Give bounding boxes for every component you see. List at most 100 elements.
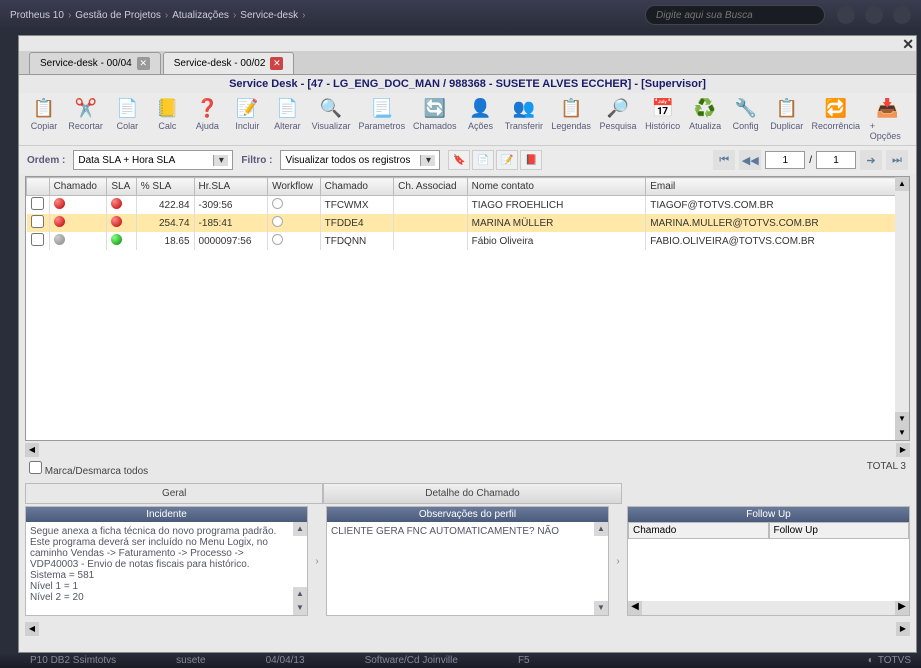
nav-prev-icon[interactable]: ◀◀ [739,150,761,170]
tool-icon: ✂️ [74,97,98,119]
tool-config[interactable]: 🔧Config [726,95,766,143]
tool-pesquisa[interactable]: 🔎Pesquisa [595,95,641,143]
column-header[interactable]: Email [646,178,909,196]
help-icon[interactable] [837,6,855,24]
tool-icon: 📒 [155,97,179,119]
tool-label: Recortar [68,121,103,131]
tool-recortar[interactable]: ✂️ Recortar [64,95,107,143]
close-icon[interactable]: ✕ [902,36,914,53]
breadcrumb-item[interactable]: Gestão de Projetos [75,10,161,21]
status-dot [54,198,65,209]
scroll-up-icon[interactable]: ▲ [895,177,909,191]
search-input[interactable] [645,5,825,25]
tool-transferir[interactable]: 👥Transferir [501,95,548,143]
breadcrumb-item[interactable]: Atualizações [172,10,229,21]
scroll-down-icon[interactable]: ▼ [895,412,909,426]
window-tabs: Service-desk - 00/04 ✕ Service-desk - 00… [19,51,916,75]
column-header[interactable]: Chamado [49,178,107,196]
nav-first-icon[interactable]: ⏮ [713,150,735,170]
tool-ajuda[interactable]: ❓Ajuda [187,95,227,143]
scroll-right-icon[interactable]: ▶ [896,443,910,457]
tool-label: Duplicar [770,121,803,131]
breadcrumb-item[interactable]: Protheus 10 [10,10,64,21]
panel-hscroll[interactable]: ◀ ▶ [628,601,909,615]
scroll-down2-icon[interactable]: ▼ [895,426,909,440]
horizontal-scrollbar[interactable]: ◀ ▶ [25,443,910,457]
bottom-hscroll[interactable]: ◀ ▶ [25,622,910,636]
breadcrumb-item[interactable]: Service-desk [240,10,298,21]
tool-+ opções[interactable]: 📥+ Opções [864,95,911,143]
status-key: F5 [488,655,560,666]
row-checkbox[interactable] [31,233,44,246]
splitter-icon[interactable]: › [613,506,623,616]
workflow-dot [272,234,283,245]
tab-detalhe[interactable]: Detalhe do Chamado [323,483,621,504]
tool-chamados[interactable]: 🔄Chamados [409,95,461,143]
tab-close-icon[interactable]: ✕ [270,57,283,70]
tool-histórico[interactable]: 📅Histórico [641,95,685,143]
tab-geral[interactable]: Geral [25,483,323,504]
user-icon[interactable] [893,6,911,24]
tool-label: Parametros [359,121,406,131]
tool-atualiza[interactable]: ♻️Atualiza [685,95,726,143]
filter-remove-icon[interactable]: 📕 [520,150,542,170]
ordem-dropdown[interactable]: Data SLA + Hora SLA [73,150,233,170]
row-checkbox[interactable] [31,197,44,210]
column-header[interactable]: Ch. Associad [394,178,468,196]
filter-edit-icon[interactable]: 📝 [496,150,518,170]
table-row[interactable]: 422.84-309:56TFCWMXTIAGO FROEHLICHTIAGOF… [27,196,909,215]
tool-colar[interactable]: 📄Colar [107,95,147,143]
nav-last-icon[interactable]: ⏭ [886,150,908,170]
column-header[interactable]: Nome contato [467,178,646,196]
tool-copiar[interactable]: 📋Copiar [24,95,64,143]
column-header[interactable]: % SLA [136,178,194,196]
check-all-box[interactable] [29,461,42,474]
filtro-dropdown[interactable]: Visualizar todos os registros [280,150,440,170]
tool-icon: 📄 [275,97,299,119]
tool-calc[interactable]: 📒 Calc [147,95,187,143]
splitter-icon[interactable]: › [312,506,322,616]
workflow-dot [272,216,283,227]
tool-label: Config [733,121,759,131]
tool-legendas[interactable]: 📋Legendas [547,95,595,143]
tool-incluir[interactable]: 📝Incluir [227,95,267,143]
status-dot [54,216,65,227]
filter-apply-icon[interactable]: 🔖 [448,150,470,170]
row-checkbox[interactable] [31,215,44,228]
tab[interactable]: Service-desk - 00/02 ✕ [163,52,295,74]
panel-title: Incidente [26,507,307,522]
tool-recorrência[interactable]: 🔁Recorrência [808,95,864,143]
tool-parametros[interactable]: 📃Parametros [355,95,409,143]
tab[interactable]: Service-desk - 00/04 ✕ [29,52,161,74]
sla-dot [111,198,122,209]
column-header[interactable] [27,178,50,196]
tool-label: Calc [158,121,176,131]
tool-visualizar[interactable]: 🔍Visualizar [307,95,354,143]
tool-icon: 👤 [469,97,493,119]
check-all[interactable]: Marca/Desmarca todos [29,461,148,477]
nav-next-icon[interactable]: ➔ [860,150,882,170]
status-dot [54,234,65,245]
tool-ações[interactable]: 👤Ações [461,95,501,143]
alert-icon[interactable] [865,6,883,24]
table-row[interactable]: 254.74-185:41TFDDE4MARINA MÜLLERMARINA.M… [27,214,909,232]
scroll-right-icon[interactable]: ▶ [896,622,910,636]
tool-alterar[interactable]: 📄Alterar [267,95,307,143]
column-header[interactable]: Workflow [268,178,321,196]
tab-label: Service-desk - 00/04 [40,58,132,69]
scroll-left-icon[interactable]: ◀ [25,622,39,636]
column-header[interactable]: Hr.SLA [194,178,268,196]
tool-duplicar[interactable]: 📋Duplicar [766,95,808,143]
tool-label: Ajuda [196,121,219,131]
tab-close-icon[interactable]: ✕ [137,57,150,70]
page-current-input[interactable] [765,151,805,169]
vertical-scrollbar[interactable]: ▲ ▼ ▼ [895,177,909,440]
table-row[interactable]: 18.650000097:56TFDQNNFábio OliveiraFABIO… [27,232,909,250]
window-title: Service Desk - [47 - LG_ENG_DOC_MAN / 98… [19,75,916,93]
tool-icon: 🔍 [319,97,343,119]
tool-label: + Opções [870,121,905,141]
column-header[interactable]: Chamado [320,178,394,196]
column-header[interactable]: SLA [107,178,136,196]
scroll-left-icon[interactable]: ◀ [25,443,39,457]
filter-add-icon[interactable]: 📄 [472,150,494,170]
